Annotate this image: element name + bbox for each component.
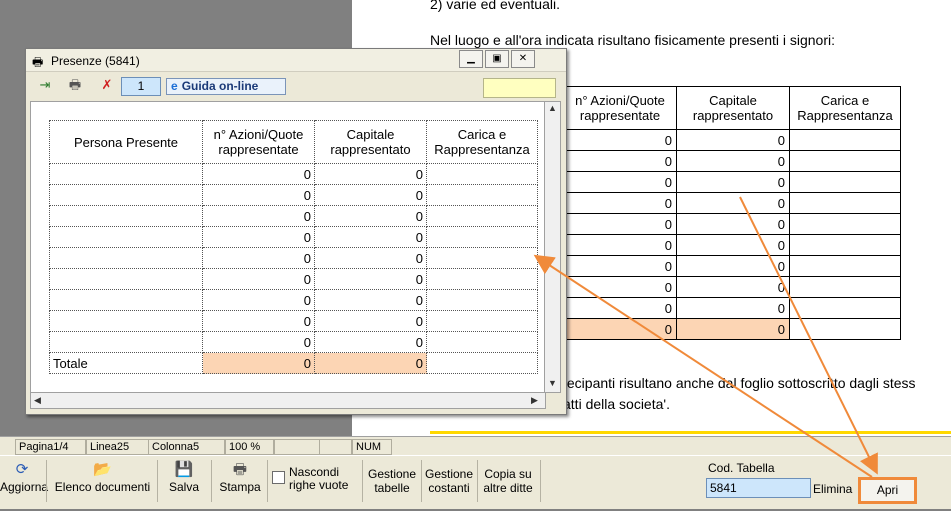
annotation-arrows	[533, 196, 878, 478]
arrow-to-window	[533, 254, 873, 478]
arrow-to-apri	[739, 196, 878, 475]
